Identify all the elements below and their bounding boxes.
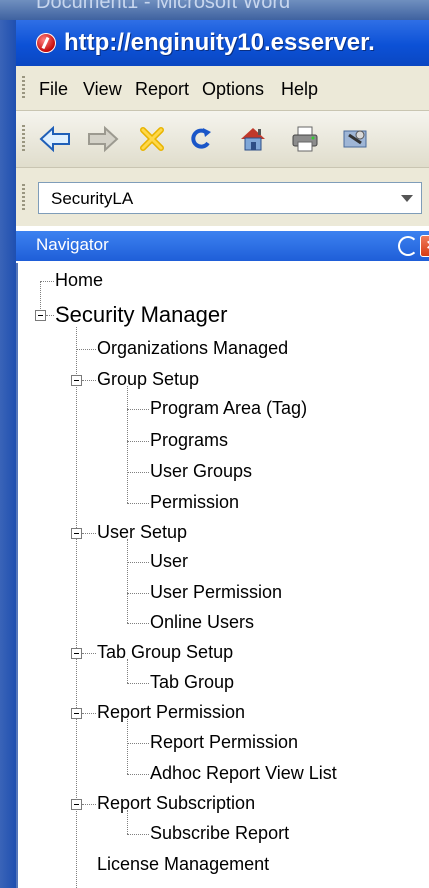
tree-connector	[82, 653, 96, 654]
tree-node-report-permission[interactable]: Report Permission	[150, 732, 298, 753]
tree-connector	[127, 503, 149, 504]
tree-connector	[127, 834, 149, 835]
dropdown-arrow-icon[interactable]	[401, 195, 413, 202]
combo-grip[interactable]	[22, 184, 25, 210]
tree-node-program-area[interactable]: Program Area (Tag)	[150, 398, 307, 419]
tree-connector	[127, 810, 128, 834]
tree-node-report-permission-group[interactable]: Report Permission	[97, 702, 245, 723]
tree-connector	[127, 593, 149, 594]
home-button[interactable]	[236, 122, 270, 156]
tree-node-security-manager[interactable]: Security Manager	[55, 302, 227, 328]
collapse-icon-group-setup[interactable]	[71, 375, 82, 386]
tools-button[interactable]	[338, 122, 372, 156]
tree-connector	[127, 719, 128, 774]
background-window-title: Document1 - Microsoft Word	[36, 0, 291, 13]
menu-help[interactable]: Help	[281, 79, 318, 100]
organization-dropdown-value: SecurityLA	[51, 189, 134, 208]
tree-node-report-subscription[interactable]: Report Subscription	[97, 793, 255, 814]
back-arrow-icon	[39, 125, 70, 153]
tree-node-user-permission[interactable]: User Permission	[150, 582, 282, 603]
collapse-icon-tab-group-setup[interactable]	[71, 648, 82, 659]
tree-connector	[127, 683, 149, 684]
tree-node-user-groups[interactable]: User Groups	[150, 461, 252, 482]
print-button[interactable]	[288, 122, 322, 156]
refresh-icon	[191, 128, 211, 149]
tree-connector	[76, 349, 96, 350]
tree-connector	[82, 533, 96, 534]
tree-node-online-users[interactable]: Online Users	[150, 612, 254, 633]
tree-connector	[127, 774, 149, 775]
collapse-icon-report-subscription[interactable]	[71, 799, 82, 810]
app-logo-icon	[36, 33, 56, 53]
back-button[interactable]	[38, 122, 72, 156]
app-window: Document1 - Microsoft Word http://enginu…	[0, 0, 429, 888]
tree-node-license-management[interactable]: License Management	[97, 854, 269, 875]
menu-report[interactable]: Report	[135, 79, 189, 100]
navigator-title: Navigator	[36, 235, 109, 254]
navigator-close-icon[interactable]: ×	[420, 235, 429, 257]
tree-connector	[127, 659, 128, 683]
window-left-border	[0, 20, 16, 888]
collapse-icon-report-permission[interactable]	[71, 708, 82, 719]
tree-node-permission[interactable]: Permission	[150, 492, 239, 513]
selection-bar: SecurityLA	[16, 168, 429, 226]
forward-button[interactable]	[86, 122, 120, 156]
tree-node-organizations-managed[interactable]: Organizations Managed	[97, 338, 288, 359]
navigator-refresh-icon[interactable]	[398, 236, 418, 256]
organization-dropdown[interactable]: SecurityLA	[38, 182, 422, 214]
navigator-tree: Home Security Manager Organizations Mana…	[16, 263, 427, 888]
tree-connector	[82, 713, 96, 714]
collapse-icon-user-setup[interactable]	[71, 528, 82, 539]
tree-connector	[127, 539, 128, 623]
tree-connector	[127, 386, 128, 503]
collapse-icon-security-manager[interactable]	[35, 310, 46, 321]
menubar-grip[interactable]	[22, 76, 25, 100]
tree-node-adhoc-report-view-list[interactable]: Adhoc Report View List	[150, 763, 337, 784]
forward-arrow-icon	[88, 125, 119, 153]
menu-options[interactable]: Options	[202, 79, 264, 100]
tree-connector	[127, 409, 149, 410]
tree-connector	[127, 743, 149, 744]
tree-node-programs[interactable]: Programs	[150, 430, 228, 451]
tree-connector	[127, 562, 149, 563]
tree-connector	[46, 315, 54, 316]
tree-node-user-setup[interactable]: User Setup	[97, 522, 187, 543]
tree-node-user[interactable]: User	[150, 551, 188, 572]
print-icon	[292, 126, 318, 152]
tree-connector	[127, 441, 149, 442]
tree-node-tab-group[interactable]: Tab Group	[150, 672, 234, 693]
cancel-button[interactable]	[135, 122, 169, 156]
tree-connector	[82, 380, 96, 381]
menu-bar: File View Report Options Help	[16, 66, 429, 111]
navigator-header: Navigator ×	[16, 231, 429, 261]
toolbar	[16, 111, 429, 168]
menu-file[interactable]: File	[39, 79, 68, 100]
tree-node-home[interactable]: Home	[55, 270, 103, 291]
toolbar-grip[interactable]	[22, 125, 25, 153]
tree-connector	[82, 804, 96, 805]
tree-connector	[127, 472, 149, 473]
tree-connector	[40, 281, 54, 282]
refresh-button[interactable]	[184, 122, 218, 156]
cancel-x-icon	[140, 127, 164, 151]
tree-node-group-setup[interactable]: Group Setup	[97, 369, 199, 390]
menu-view[interactable]: View	[83, 79, 122, 100]
background-window-strip: Document1 - Microsoft Word	[0, 0, 429, 20]
title-bar[interactable]: http://enginuity10.esserver.	[16, 20, 429, 66]
tree-node-subscribe-report[interactable]: Subscribe Report	[150, 823, 289, 844]
tools-icon	[343, 130, 367, 148]
tree-node-tab-group-setup[interactable]: Tab Group Setup	[97, 642, 233, 663]
window-title: http://enginuity10.esserver.	[64, 29, 375, 56]
tree-connector	[127, 623, 149, 624]
home-icon	[241, 128, 265, 151]
